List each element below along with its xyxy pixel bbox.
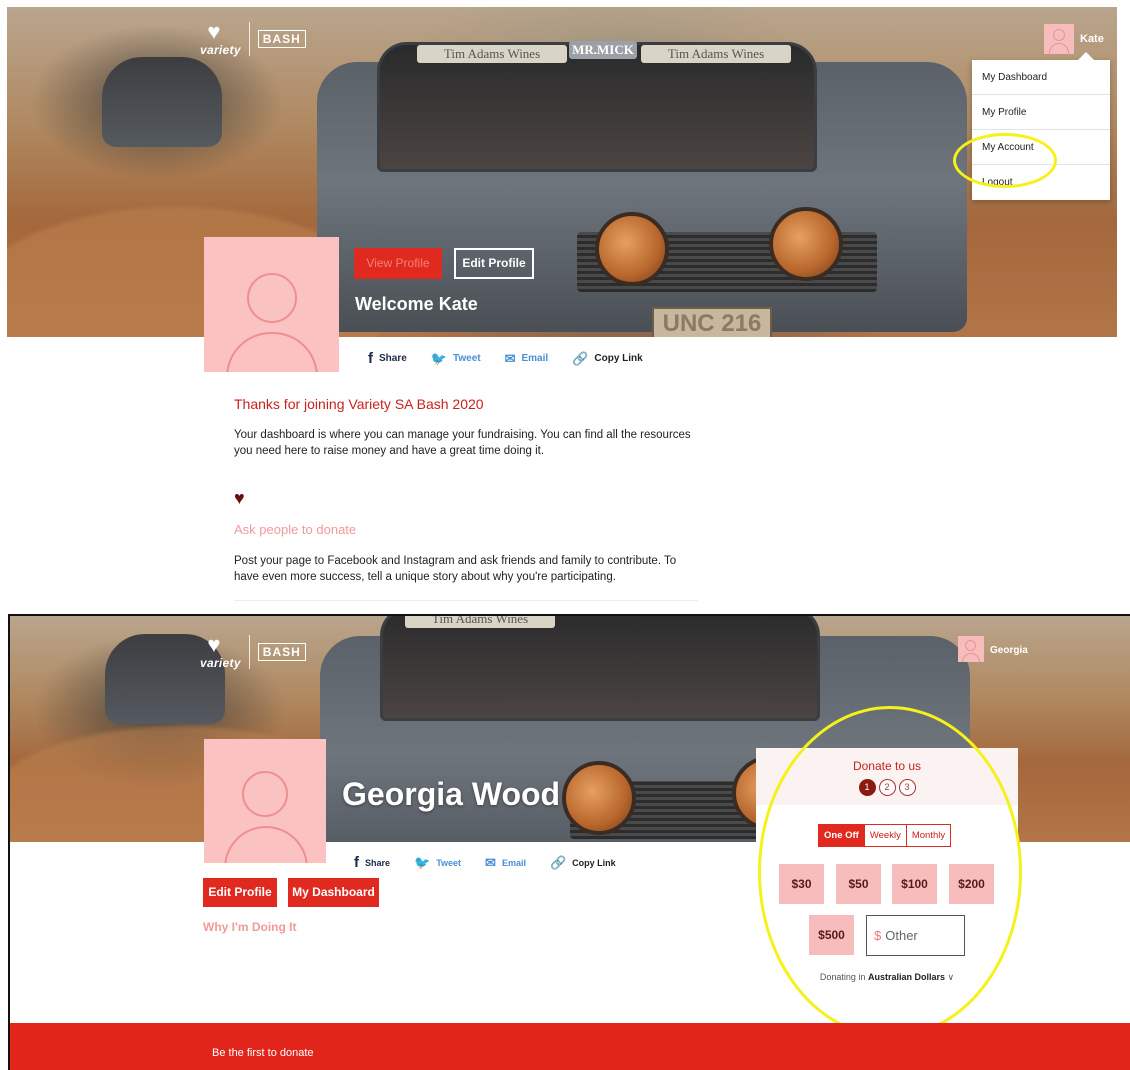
avatar-head-icon: [1053, 29, 1065, 41]
email-label: Email: [501, 857, 526, 868]
facebook-icon: f: [354, 854, 359, 871]
thanks-heading: Thanks for joining Variety SA Bash 2020: [234, 396, 484, 412]
windscreen-sticker: Tim Adams Wines: [405, 616, 555, 628]
windscreen-sticker: Tim Adams Wines: [641, 45, 791, 63]
view-profile-button[interactable]: View Profile: [354, 248, 442, 279]
twitter-icon: 🐦: [414, 854, 431, 870]
share-email-link[interactable]: ✉ Email: [505, 351, 549, 367]
bash-wordmark: BASH: [257, 30, 306, 48]
copy-link-label: Copy Link: [594, 353, 643, 364]
my-dashboard-button[interactable]: My Dashboard: [288, 878, 379, 907]
email-icon: ✉: [504, 350, 516, 366]
variety-bash-logo[interactable]: ♥ variety BASH: [200, 634, 306, 670]
number-plate: UNC 216: [652, 307, 772, 337]
variety-logo: ♥ variety: [200, 19, 241, 58]
heart-logo-icon: ♥: [207, 632, 221, 657]
user-menu-name[interactable]: Georgia: [990, 645, 1028, 656]
link-icon: 🔗: [549, 854, 567, 870]
share-label: Share: [379, 353, 407, 364]
copy-link-button[interactable]: 🔗 Copy Link: [572, 351, 643, 367]
copy-link-button[interactable]: 🔗 Copy Link: [550, 855, 616, 871]
donor-footer-bar: Be the first to donate: [10, 1023, 1130, 1070]
tweet-label: Tweet: [452, 353, 481, 364]
divider: [234, 600, 698, 601]
heart-logo-icon: ♥: [207, 19, 221, 44]
menu-item-my-profile[interactable]: My Profile: [972, 95, 1110, 130]
logo-divider: [248, 635, 250, 669]
windscreen-sticker: MR.MICK: [569, 41, 637, 59]
avatar-head-icon: [247, 273, 297, 323]
windscreen: [380, 616, 820, 721]
highlight-annotation: [758, 706, 1022, 1038]
spotlight: [562, 761, 636, 835]
ask-people-heading: Ask people to donate: [234, 522, 357, 537]
highlight-annotation: [953, 133, 1057, 188]
logo-divider: [248, 22, 250, 56]
profile-avatar: [204, 237, 339, 372]
windscreen-sticker: Tim Adams Wines: [417, 45, 567, 63]
variety-bash-logo[interactable]: ♥ variety BASH: [200, 21, 306, 57]
user-avatar[interactable]: [958, 636, 984, 662]
share-email-link[interactable]: ✉ Email: [485, 855, 526, 871]
facebook-icon: f: [368, 350, 373, 367]
dashboard-intro-text: Your dashboard is where you can manage y…: [234, 429, 691, 457]
ask-people-text: Post your page to Facebook and Instagram…: [234, 555, 677, 583]
share-twitter-link[interactable]: 🐦 Tweet: [414, 855, 461, 871]
tweet-label: Tweet: [436, 857, 462, 868]
link-icon: 🔗: [572, 350, 589, 366]
be-first-to-donate-text: Be the first to donate: [212, 1047, 314, 1059]
spotlight: [769, 207, 843, 281]
share-label: Share: [365, 857, 391, 868]
bash-wordmark: BASH: [257, 643, 306, 661]
avatar-head-icon: [242, 771, 288, 817]
variety-wordmark: variety: [200, 43, 241, 57]
avatar-body-icon: [226, 332, 318, 372]
edit-profile-button[interactable]: Edit Profile: [203, 878, 277, 907]
user-menu-name[interactable]: Kate: [1080, 33, 1104, 45]
edit-profile-button[interactable]: Edit Profile: [454, 248, 534, 279]
email-icon: ✉: [485, 854, 496, 870]
share-facebook-link[interactable]: f Share: [368, 350, 407, 367]
profile-name-heading: Georgia Wood: [342, 776, 561, 812]
hero-banner-top: Tim Adams Wines MR.MICK Tim Adams Wines …: [7, 7, 1117, 337]
avatar-body-icon: [1049, 43, 1069, 54]
copy-link-label: Copy Link: [572, 857, 616, 868]
twitter-icon: 🐦: [430, 350, 447, 366]
menu-item-my-dashboard[interactable]: My Dashboard: [972, 60, 1110, 95]
profile-avatar: [204, 739, 326, 863]
share-facebook-link[interactable]: f Share: [354, 854, 390, 871]
avatar-head-icon: [965, 640, 976, 651]
spotlight: [595, 212, 669, 286]
share-twitter-link[interactable]: 🐦 Tweet: [431, 351, 481, 367]
email-label: Email: [521, 353, 549, 364]
welcome-heading: Welcome Kate: [355, 294, 478, 314]
rear-car-image: [102, 57, 222, 147]
heart-icon: ♥: [234, 488, 245, 508]
variety-wordmark: variety: [200, 656, 241, 670]
share-bar: f Share 🐦 Tweet ✉ Email 🔗 Copy Link: [354, 854, 640, 871]
variety-logo: ♥ variety: [200, 632, 241, 671]
avatar-body-icon: [224, 826, 308, 863]
avatar-body-icon: [962, 653, 980, 662]
why-im-doing-it-link[interactable]: Why I'm Doing It: [203, 920, 297, 934]
share-bar: f Share 🐦 Tweet ✉ Email 🔗 Copy Link: [368, 350, 667, 367]
user-avatar[interactable]: [1044, 24, 1074, 54]
